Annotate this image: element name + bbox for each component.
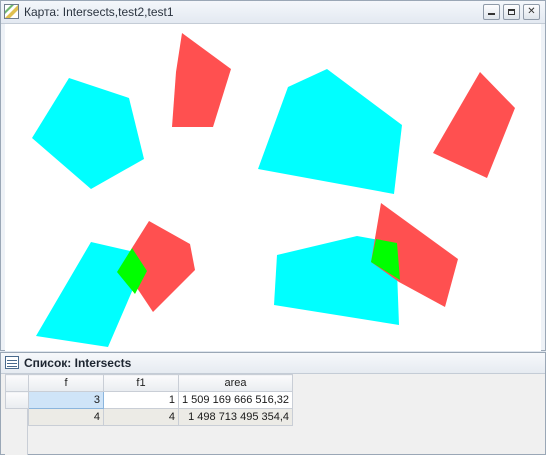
test1-polygon-2[interactable] bbox=[433, 72, 515, 178]
minimize-icon bbox=[488, 13, 495, 15]
cell-f1[interactable]: 4 bbox=[103, 408, 179, 426]
table-header-row: f f1 area bbox=[5, 374, 294, 392]
cell-f[interactable]: 4 bbox=[28, 408, 104, 426]
map-window-title: Карта: Intersects,test2,test1 bbox=[24, 5, 174, 19]
close-button[interactable]: ✕ bbox=[523, 4, 540, 20]
restore-button[interactable] bbox=[503, 4, 520, 20]
cell-f1[interactable]: 1 bbox=[103, 391, 179, 409]
list-titlebar[interactable]: Список: Intersects bbox=[1, 353, 545, 374]
cell-area[interactable]: 1 498 713 495 354,4 bbox=[177, 408, 294, 426]
close-icon: ✕ bbox=[527, 6, 536, 17]
table-row[interactable]: 4 4 1 498 713 495 354,4 bbox=[5, 408, 294, 426]
test1-polygon-1[interactable] bbox=[172, 33, 231, 127]
test2-polygon-1[interactable] bbox=[32, 78, 144, 189]
test2-polygon-2[interactable] bbox=[258, 69, 402, 194]
table-row[interactable]: 3 1 1 509 169 666 516,32 bbox=[5, 391, 294, 409]
column-header-area[interactable]: area bbox=[177, 374, 294, 392]
cell-area[interactable]: 1 509 169 666 516,32 bbox=[177, 391, 294, 409]
map-canvas[interactable] bbox=[5, 24, 541, 351]
map-window-icon[interactable] bbox=[4, 4, 19, 19]
minimize-button[interactable] bbox=[483, 4, 500, 20]
map-titlebar[interactable]: Карта: Intersects,test2,test1 ✕ bbox=[1, 1, 545, 24]
row-header-gutter bbox=[5, 409, 28, 455]
map-window: Карта: Intersects,test2,test1 ✕ bbox=[0, 0, 546, 351]
column-header-f[interactable]: f bbox=[28, 374, 104, 392]
list-window-icon[interactable] bbox=[5, 356, 19, 369]
column-header-f1[interactable]: f1 bbox=[103, 374, 179, 392]
attribute-table[interactable]: f f1 area 3 1 1 509 169 666 516,32 4 4 1… bbox=[5, 374, 294, 426]
corner-header[interactable] bbox=[5, 374, 29, 392]
restore-icon bbox=[508, 9, 515, 15]
list-window: Список: Intersects f f1 area 3 1 1 509 1… bbox=[0, 352, 546, 455]
list-window-title: Список: Intersects bbox=[24, 356, 132, 370]
row-header[interactable] bbox=[5, 391, 29, 409]
cell-f[interactable]: 3 bbox=[28, 391, 104, 409]
